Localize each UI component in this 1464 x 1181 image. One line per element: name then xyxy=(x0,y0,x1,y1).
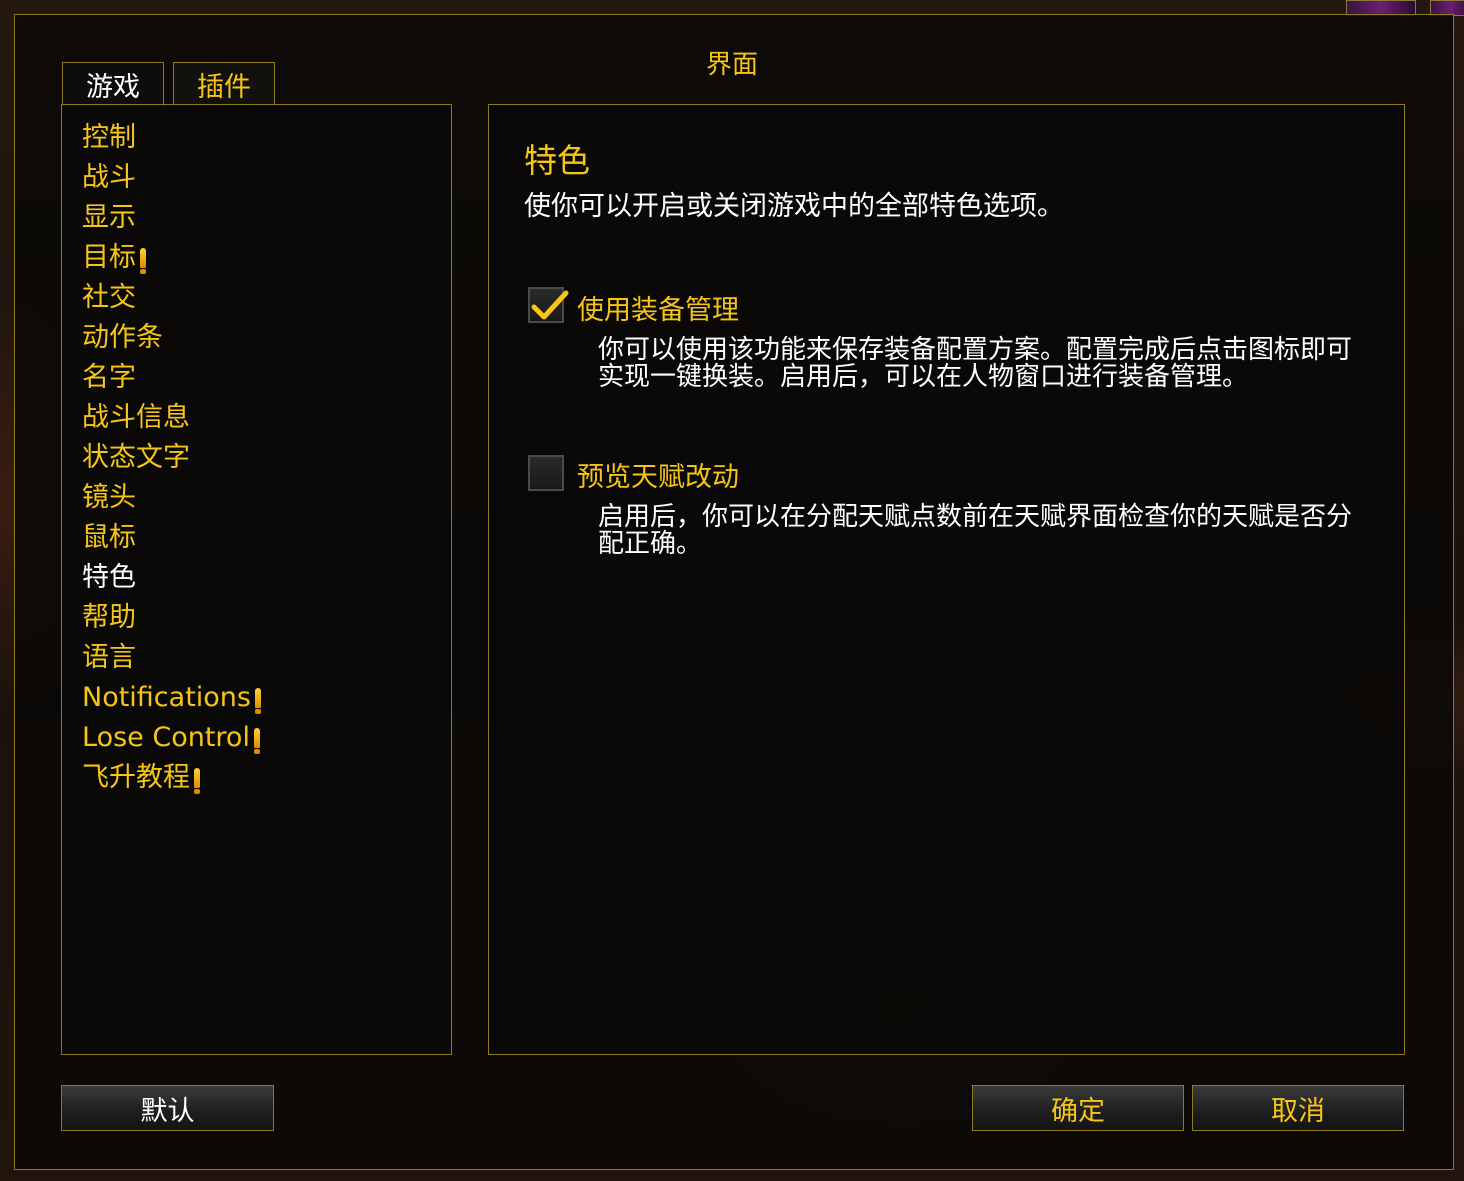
tab-game-label: 游戏 xyxy=(86,72,140,103)
alert-icon xyxy=(253,728,260,754)
category-item-controls[interactable]: 控制 xyxy=(82,118,442,158)
equipment-manager-label[interactable]: 使用装备管理 xyxy=(577,288,739,327)
preview-talent-changes-label[interactable]: 预览天赋改动 xyxy=(577,455,739,494)
category-item-display[interactable]: 显示 xyxy=(82,198,442,238)
cancel-button[interactable]: 取消 xyxy=(1192,1085,1404,1131)
settings-panel xyxy=(488,104,1405,1055)
okay-button-label: 确定 xyxy=(1051,1095,1105,1127)
category-item-combat[interactable]: 战斗 xyxy=(82,158,442,198)
category-list: 控制 战斗 显示 目标 社交 动作条 名字 战斗信息 状态文字 镜头 鼠标 特色… xyxy=(70,118,442,798)
category-item-names[interactable]: 名字 xyxy=(82,358,442,398)
category-item-notifications[interactable]: Notifications xyxy=(82,678,442,718)
category-item-features[interactable]: 特色 xyxy=(70,558,442,598)
defaults-button-label: 默认 xyxy=(140,1095,195,1127)
equipment-manager-checkbox[interactable] xyxy=(528,287,569,323)
category-item-targeting[interactable]: 目标 xyxy=(82,238,442,278)
section-title: 特色 xyxy=(524,141,590,180)
tab-game[interactable]: 游戏 xyxy=(62,62,164,106)
alert-icon xyxy=(194,768,200,794)
category-item-ascension-tutorial[interactable]: 飞升教程 xyxy=(82,758,442,798)
tab-addons[interactable]: 插件 xyxy=(173,62,275,105)
category-item-combat-text[interactable]: 战斗信息 xyxy=(82,398,442,438)
category-item-social[interactable]: 社交 xyxy=(82,278,442,318)
alert-icon xyxy=(140,248,146,274)
category-item-lose-control[interactable]: Lose Control xyxy=(82,718,442,758)
category-item-languages[interactable]: 语言 xyxy=(82,638,442,678)
alert-icon xyxy=(255,688,261,714)
tab-addons-label: 插件 xyxy=(197,71,251,103)
preview-talent-changes-checkbox[interactable] xyxy=(528,455,564,491)
okay-button[interactable]: 确定 xyxy=(972,1085,1184,1131)
category-item-camera[interactable]: 镜头 xyxy=(82,478,442,518)
category-item-mouse[interactable]: 鼠标 xyxy=(82,518,442,558)
category-item-status-text[interactable]: 状态文字 xyxy=(82,438,442,478)
checkmark-icon xyxy=(531,290,569,320)
category-item-help[interactable]: 帮助 xyxy=(82,598,442,638)
category-item-action-bars[interactable]: 动作条 xyxy=(82,318,442,358)
section-description: 使你可以开启或关闭游戏中的全部特色选项。 xyxy=(524,191,1064,222)
preview-talent-changes-description: 启用后，你可以在分配天赋点数前在天赋界面检查你的天赋是否分配正确。 xyxy=(598,502,1353,559)
defaults-button[interactable]: 默认 xyxy=(61,1085,274,1131)
equipment-manager-description: 你可以使用该功能来保存装备配置方案。配置完成后点击图标即可实现一键换装。启用后，… xyxy=(598,335,1353,392)
cancel-button-label: 取消 xyxy=(1271,1095,1325,1127)
